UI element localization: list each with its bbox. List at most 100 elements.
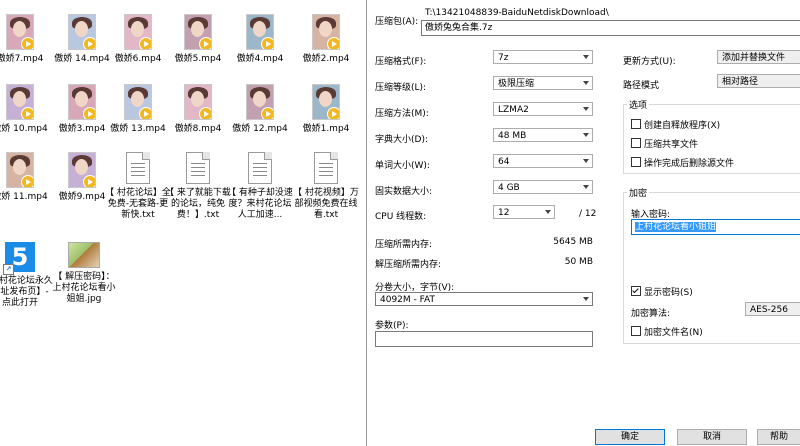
cancel-button[interactable]: 取消: [677, 429, 747, 445]
video-thumbnail-icon: [6, 152, 34, 188]
cpu-select[interactable]: 12: [493, 205, 555, 219]
show-password-label: 显示密码(S): [644, 288, 693, 298]
shared-checkbox[interactable]: 压缩共享文件: [631, 137, 698, 150]
file-item[interactable]: 【 村花视频】万部视频免费在线看.txt: [292, 152, 360, 221]
chevron-down-icon: [583, 159, 589, 163]
delete-checkbox[interactable]: 操作完成后删除源文件: [631, 156, 734, 169]
play-badge-icon: [261, 107, 273, 119]
chevron-down-icon: [583, 55, 589, 59]
video-thumbnail-icon: [312, 84, 340, 120]
mem-decomp-label: 解压缩所需内存:: [375, 260, 442, 270]
file-name: 傲娇4.mp4: [236, 54, 284, 64]
file-item[interactable]: 傲娇1.mp4: [292, 84, 360, 135]
play-badge-icon: [261, 37, 273, 49]
text-file-icon: [186, 152, 210, 184]
path-value: 相对路径: [722, 77, 759, 87]
shortcut-arrow-icon: ↗: [3, 264, 14, 275]
path-select[interactable]: 相对路径: [717, 74, 800, 88]
chevron-down-icon: [583, 81, 589, 85]
checkbox-icon: [631, 138, 641, 148]
params-input[interactable]: [375, 331, 593, 347]
video-thumbnail-icon: [6, 14, 34, 50]
file-name: 傲娇6.mp4: [114, 54, 162, 64]
archive-path: T:\13421048839-BaiduNetdiskDownload\: [425, 8, 609, 18]
level-label: 压缩等级(L):: [375, 83, 427, 93]
video-thumbnail-icon: [68, 152, 96, 188]
play-badge-icon: [327, 107, 339, 119]
file-item[interactable]: 傲娇 10.mp4: [0, 84, 54, 135]
file-name: 【 村花论坛永久地址发布页】- 点此打开: [0, 276, 53, 308]
file-name: 【 村花论坛】全免费-无套路-更新快.txt: [105, 188, 171, 220]
file-item[interactable]: 【 有种子却没速度？来村花论坛人工加速...: [226, 152, 294, 221]
video-thumbnail-icon: [124, 84, 152, 120]
file-name: 傲娇 12.mp4: [232, 124, 288, 134]
7zip-add-to-archive-dialog: 压缩包(A): T:\13421048839-BaiduNetdiskDownl…: [366, 0, 800, 446]
split-combo[interactable]: 4092M - FAT: [375, 292, 593, 306]
delete-label: 操作完成后删除源文件: [644, 159, 735, 169]
format-value: 7z: [498, 53, 509, 63]
play-badge-icon: [139, 107, 151, 119]
video-thumbnail-icon: [6, 84, 34, 120]
level-select[interactable]: 极限压缩: [493, 76, 593, 90]
video-thumbnail-icon: [68, 84, 96, 120]
password-input[interactable]: 上村花论坛看小姐姐: [631, 219, 800, 235]
chevron-down-icon: [583, 185, 589, 189]
file-name: 【 村花视频】万部视频免费在线看.txt: [293, 188, 359, 220]
file-item[interactable]: 傲娇 11.mp4: [0, 152, 54, 203]
show-password-checkbox[interactable]: 显示密码(S): [631, 285, 693, 298]
path-label: 路径模式: [623, 81, 660, 91]
encrypt-names-checkbox[interactable]: 加密文件名(N): [631, 325, 703, 338]
dict-label: 字典大小(D):: [375, 135, 428, 145]
file-item[interactable]: 傲娇5.mp4: [164, 14, 232, 65]
video-thumbnail-icon: [184, 14, 212, 50]
params-label: 参数(P):: [375, 321, 409, 331]
password-value: 上村花论坛看小姐姐: [635, 222, 717, 232]
file-item[interactable]: 5↗【 村花论坛永久地址发布页】- 点此打开: [0, 242, 54, 309]
cpu-value: 12: [498, 208, 510, 218]
update-value: 添加并替换文件: [722, 53, 786, 63]
file-item[interactable]: 傲娇7.mp4: [0, 14, 54, 65]
archive-name-combo[interactable]: 傲娇兔兔合集.7z: [421, 20, 800, 36]
play-badge-icon: [21, 107, 33, 119]
dict-select[interactable]: 48 MB: [493, 128, 593, 142]
method-select[interactable]: LZMA2: [493, 102, 593, 116]
file-item[interactable]: 傲娇 13.mp4: [104, 84, 172, 135]
text-file-icon: [248, 152, 272, 184]
checkbox-icon: [631, 119, 641, 129]
format-select[interactable]: 7z: [493, 50, 593, 64]
chevron-down-icon: [583, 133, 589, 137]
file-item[interactable]: 【 来了就能下载的论坛，纯免费！】.txt: [164, 152, 232, 221]
mem-comp-value: 5645 MB: [553, 237, 593, 247]
archive-name-value: 傲娇兔兔合集.7z: [425, 23, 493, 33]
play-badge-icon: [199, 107, 211, 119]
file-item[interactable]: 傲娇 12.mp4: [226, 84, 294, 135]
enc-method-select[interactable]: AES-256: [745, 302, 800, 316]
video-thumbnail-icon: [246, 14, 274, 50]
solid-select[interactable]: 4 GB: [493, 180, 593, 194]
method-value: LZMA2: [498, 105, 529, 115]
chevron-down-icon: [583, 107, 589, 111]
checkbox-checked-icon: [631, 286, 641, 296]
file-item[interactable]: 傲娇6.mp4: [104, 14, 172, 65]
cpu-label: CPU 线程数:: [375, 212, 427, 222]
file-name: 傲娇 10.mp4: [0, 124, 48, 134]
file-item[interactable]: 傲娇2.mp4: [292, 14, 360, 65]
cpu-total: / 12: [579, 209, 597, 219]
file-item[interactable]: 傲娇4.mp4: [226, 14, 294, 65]
play-badge-icon: [21, 37, 33, 49]
play-badge-icon: [21, 175, 33, 187]
play-badge-icon: [139, 37, 151, 49]
file-item[interactable]: 傲娇8.mp4: [164, 84, 232, 135]
file-name: 傲娇 11.mp4: [0, 192, 48, 202]
ok-button[interactable]: 确定: [595, 429, 665, 445]
update-select[interactable]: 添加并替换文件: [717, 50, 800, 64]
play-badge-icon: [83, 107, 95, 119]
file-item[interactable]: 【 村花论坛】全免费-无套路-更新快.txt: [104, 152, 172, 221]
word-label: 单词大小(W):: [375, 161, 430, 171]
help-button[interactable]: 帮助: [757, 429, 800, 445]
sfx-checkbox[interactable]: 创建自释放程序(X): [631, 118, 720, 131]
word-select[interactable]: 64: [493, 154, 593, 168]
archive-label: 压缩包(A):: [375, 17, 419, 27]
solid-value: 4 GB: [498, 183, 520, 193]
file-item[interactable]: 【 解压密码】：上村花论坛看小姐姐.jpg: [50, 242, 118, 305]
